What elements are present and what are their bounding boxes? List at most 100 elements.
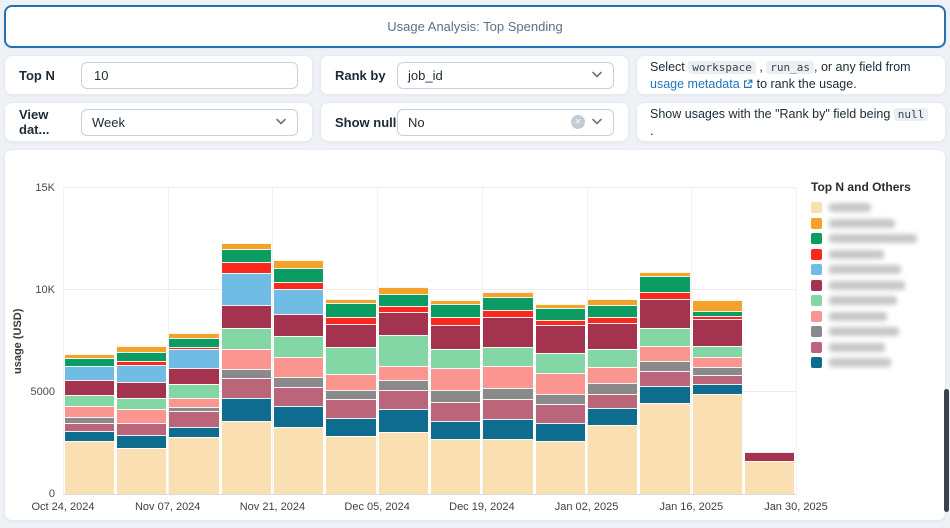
legend-item-peach[interactable] [811,202,941,213]
legend-swatch [811,310,822,322]
clear-icon[interactable]: ✕ [571,115,585,129]
plot-area: usage (USD) 0 5000 10K 15K Oct 24, 2024 Nov 0… [12,182,828,513]
y-tick-label: 5000 [30,386,55,398]
x-tick-label: Jan 30, 2025 [764,501,828,513]
bar-segment-teal [273,406,324,427]
bar-segment-salmon [535,372,586,395]
bar-segment-sky-blue [169,349,219,368]
legend-item-gray[interactable] [811,326,941,337]
bar-segment-salmon [483,365,533,388]
run-as-chip: run_as [766,60,815,74]
bar-segment-maroon [431,324,481,350]
bar-segment-rose [640,370,690,386]
legend-swatch [811,326,822,337]
bar-segment-peach [588,424,638,494]
bar-segment-mint [692,346,743,358]
bar-segment-mint [431,349,481,368]
bar-segment-teal [692,383,743,395]
x-tick-label: Dec 19, 2024 [449,501,515,513]
bar-segment-green [169,338,219,347]
legend-items [811,202,941,368]
usage-chart-card: usage (USD) 0 5000 10K 15K Oct 24, 2024 Nov 0… [4,149,946,521]
bar-segment-salmon [169,398,219,408]
legend-item-teal[interactable] [811,357,941,368]
bar-segment-green [378,294,428,307]
bar-segment-gray [692,366,743,375]
legend-swatch [811,279,822,291]
bar-segment-peach [431,438,481,494]
usage-metadata-link[interactable]: usage metadata [650,77,740,91]
show-null-help-line: Show usages with the "Rank by" field bei… [650,106,932,139]
bar-segment-teal [431,420,481,439]
bar-segment-maroon [588,322,638,350]
rank-by-help-line1: Select workspace , run_as, or any field … [650,59,932,76]
x-tick-label: Jan 16, 2025 [659,501,724,513]
legend-item-rose[interactable] [811,341,941,353]
legend-label-blurred [829,311,887,321]
legend-swatch [811,264,822,275]
legend-item-sky-blue[interactable] [811,264,941,275]
bar-segment-red [431,316,481,325]
top-n-card: Top N [4,55,313,95]
bar-segment-salmon [431,367,481,390]
page-title: Usage Analysis: Top Spending [387,19,563,34]
bar-segment-green [273,267,324,282]
show-null-select[interactable]: No ✕ [397,108,614,136]
legend-swatch [811,248,822,260]
bar-segment-green [64,358,114,366]
legend-label-blurred [829,234,917,243]
bar-segment-rose [535,404,586,423]
bar-segment-mint [64,395,114,407]
legend-item-maroon[interactable] [811,279,941,291]
view-data-select[interactable]: Week [81,108,298,136]
bar-segment-salmon [326,373,376,390]
legend-item-orange[interactable] [811,217,941,229]
stacked-bar [588,299,638,494]
bar-segment-peach [116,448,167,494]
bar-segment-peach [273,426,324,494]
bar-segment-peach [326,435,376,494]
bar-segment-teal [116,434,167,449]
show-null-help-card: Show usages with the "Rank by" field bei… [636,102,946,142]
top-n-input[interactable] [92,66,287,84]
show-null-card: Show null No ✕ [320,102,629,142]
top-n-input-wrapper [81,61,298,89]
bar-segment-sky-blue [116,364,167,382]
legend-item-mint[interactable] [811,295,941,306]
vertical-scrollbar-thumb[interactable] [944,389,949,512]
bar-segment-sky-blue [221,272,271,306]
legend-swatch [811,217,822,229]
bar-segment-mint [221,327,271,350]
bar-segment-teal [169,426,219,437]
legend-label-blurred [829,218,895,228]
bar-segment-green [221,249,271,262]
y-tick-label: 10K [35,284,55,296]
view-data-card: View dat... Week [4,102,313,142]
bar-segment-rose [273,386,324,407]
bar-segment-gray [483,387,533,400]
legend-label-blurred [829,358,891,367]
bar-segment-orange [692,300,743,312]
rank-by-value: job_id [408,67,443,83]
bar-segment-salmon [588,366,638,383]
x-tick-label: Nov 21, 2024 [239,501,306,513]
rank-by-select[interactable]: job_id [397,61,614,89]
bar-segment-peach [745,461,795,494]
stacked-bar [692,300,743,494]
top-n-label: Top N [19,67,55,83]
legend-item-salmon[interactable] [811,310,941,322]
bar-segment-mint [588,349,638,367]
bar-segment-red [221,261,271,273]
bar-segment-gray [221,368,271,378]
bar-segment-green [116,352,167,362]
external-link-icon[interactable] [743,79,753,89]
legend-item-red[interactable] [811,248,941,260]
bar-segment-orange [378,287,428,295]
bar-segment-salmon [64,406,114,417]
chevron-down-icon [592,118,602,125]
bar-segment-mint [326,347,376,374]
legend-label-blurred [829,203,871,212]
bar-segment-sky-blue [273,289,324,314]
legend-item-green[interactable] [811,233,941,244]
help-text: Select [650,59,685,74]
